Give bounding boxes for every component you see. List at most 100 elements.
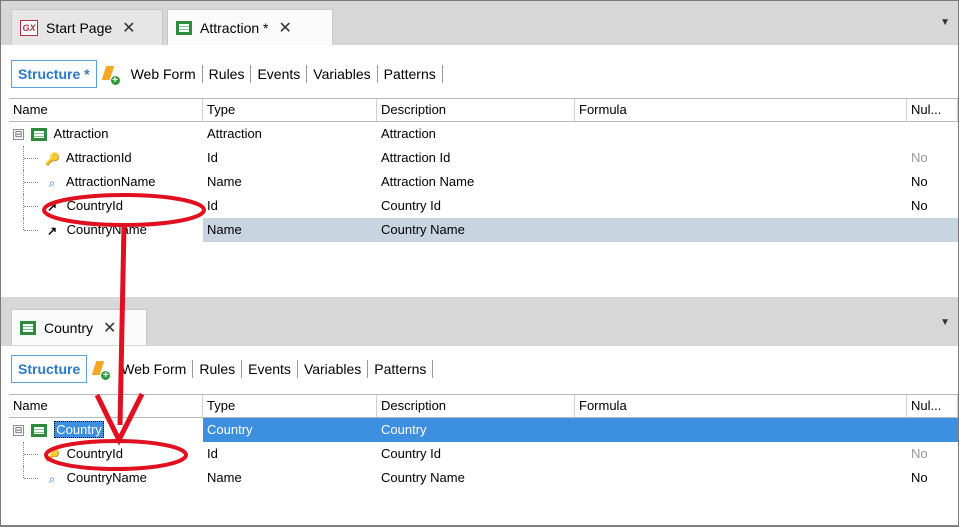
tab-country[interactable]: Country ✕	[11, 309, 147, 345]
table-row[interactable]: ⊟ Country Country Country	[9, 418, 958, 442]
tab-label: Attraction *	[200, 19, 269, 36]
column-header-formula[interactable]: Formula	[575, 395, 907, 417]
attribute-description: Attraction	[381, 126, 436, 141]
transaction-icon	[30, 128, 47, 142]
country-structure-grid: Name Type Description Formula Nul... ⊟ C…	[9, 394, 958, 490]
table-row[interactable]: 🔑 CountryId Id Country Id No	[9, 442, 958, 466]
bottom-editor-subtabs: Structure Web Form Rules Events Variable…	[11, 354, 434, 384]
foreign-key-icon: ↗	[46, 199, 58, 214]
attribute-nullable	[907, 122, 958, 146]
attribute-name: Attraction	[53, 126, 109, 141]
attribute-formula	[575, 418, 907, 442]
collapse-icon[interactable]: ⊟	[13, 425, 24, 437]
tab-structure[interactable]: Structure *	[11, 60, 97, 88]
attribute-nullable: No	[911, 198, 928, 213]
tab-rules[interactable]: Rules	[203, 65, 252, 83]
attribute-description: Country Id	[381, 446, 441, 461]
collapse-icon[interactable]: ⊟	[13, 129, 24, 141]
tab-patterns[interactable]: Patterns	[378, 65, 443, 83]
transaction-icon	[176, 20, 192, 35]
attribute-formula	[575, 170, 907, 194]
attribute-type: Id	[207, 446, 218, 461]
column-header-nullable[interactable]: Nul...	[907, 99, 958, 121]
attribute-formula	[575, 122, 907, 146]
column-header-name[interactable]: Name	[9, 395, 203, 417]
table-row[interactable]: ⌕ AttractionName Name Attraction Name No	[9, 170, 958, 194]
chevron-down-icon[interactable]: ▼	[940, 317, 950, 328]
close-icon[interactable]: ✕	[122, 18, 135, 38]
attribute-type: Country	[203, 418, 377, 442]
search-icon: ⌕	[48, 471, 56, 486]
webform-icon	[103, 66, 120, 85]
tab-events[interactable]: Events	[242, 360, 298, 378]
attribute-nullable	[907, 218, 958, 242]
column-header-type[interactable]: Type	[203, 99, 377, 121]
table-row[interactable]: 🔑 AttractionId Id Attraction Id No	[9, 146, 958, 170]
attraction-structure-grid: Name Type Description Formula Nul... ⊟ A…	[9, 98, 958, 242]
attribute-formula	[575, 146, 907, 170]
tab-attraction[interactable]: Attraction * ✕	[167, 9, 333, 45]
tab-rules[interactable]: Rules	[193, 360, 243, 378]
bottom-border	[1, 525, 958, 526]
close-icon[interactable]: ✕	[103, 318, 116, 338]
search-icon: ⌕	[48, 175, 56, 190]
bottom-tab-strip: Country ✕ ▼	[1, 301, 958, 346]
top-tab-strip: GX Start Page ✕ Attraction * ✕ ▼	[1, 1, 958, 45]
transaction-icon	[30, 424, 47, 438]
attribute-type: Attraction	[207, 126, 262, 141]
table-row[interactable]: ⊟ Attraction Attraction Attraction	[9, 122, 958, 146]
attribute-description: Attraction Name	[381, 174, 475, 189]
column-header-formula[interactable]: Formula	[575, 99, 907, 121]
tab-start-page[interactable]: GX Start Page ✕	[11, 9, 163, 45]
attribute-nullable: No	[911, 470, 928, 485]
column-header-description[interactable]: Description	[377, 395, 575, 417]
column-header-description[interactable]: Description	[377, 99, 575, 121]
grid-header: Name Type Description Formula Nul...	[9, 394, 958, 418]
foreign-key-icon: ↗	[46, 223, 58, 238]
table-row[interactable]: ⌕ CountryName Name Country Name No	[9, 466, 958, 490]
attribute-formula	[575, 218, 907, 242]
ide-window: GX Start Page ✕ Attraction * ✕ ▼ Structu…	[0, 0, 959, 527]
attribute-name: CountryName	[66, 470, 147, 485]
tab-variables[interactable]: Variables	[307, 65, 378, 83]
tab-events[interactable]: Events	[251, 65, 308, 83]
attribute-type: Name	[207, 174, 242, 189]
attribute-description: Attraction Id	[381, 150, 451, 165]
column-header-type[interactable]: Type	[203, 395, 377, 417]
column-header-name[interactable]: Name	[9, 99, 203, 121]
table-row[interactable]: ↗ CountryName Name Country Name	[9, 218, 958, 242]
tab-variables[interactable]: Variables	[298, 360, 369, 378]
close-icon[interactable]: ✕	[278, 18, 291, 38]
key-icon: 🔑	[45, 151, 60, 166]
attribute-formula	[575, 466, 907, 490]
tab-label: Start Page	[46, 19, 113, 36]
attribute-name: AttractionName	[65, 174, 156, 189]
tab-web-form[interactable]: Web Form	[125, 65, 203, 83]
attribute-name: AttractionId	[65, 150, 132, 165]
attribute-type: Name	[207, 470, 242, 485]
attribute-type: Id	[207, 198, 218, 213]
gx-icon: GX	[20, 19, 38, 36]
attribute-type: Id	[207, 150, 218, 165]
attribute-description: Country Name	[377, 218, 575, 242]
attribute-name: CountryName	[66, 222, 147, 237]
attribute-description: Country Id	[381, 198, 441, 213]
attribute-nullable	[907, 418, 958, 442]
attribute-name: CountryId	[66, 198, 123, 213]
webform-icon	[93, 361, 111, 380]
attribute-nullable: No	[911, 150, 928, 165]
tab-web-form[interactable]: Web Form	[115, 360, 194, 378]
tab-patterns[interactable]: Patterns	[368, 360, 434, 378]
attribute-formula	[575, 194, 907, 218]
table-row[interactable]: ↗ CountryId Id Country Id No	[9, 194, 958, 218]
tab-structure[interactable]: Structure	[11, 355, 88, 383]
attribute-nullable: No	[911, 446, 928, 461]
attribute-nullable: No	[911, 174, 928, 189]
attribute-name: Country	[54, 421, 104, 438]
tab-label: Country	[44, 319, 94, 336]
attribute-description: Country	[377, 418, 575, 442]
chevron-down-icon[interactable]: ▼	[940, 17, 950, 28]
column-header-nullable[interactable]: Nul...	[907, 395, 958, 417]
attribute-description: Country Name	[381, 470, 465, 485]
attribute-type: Name	[203, 218, 377, 242]
